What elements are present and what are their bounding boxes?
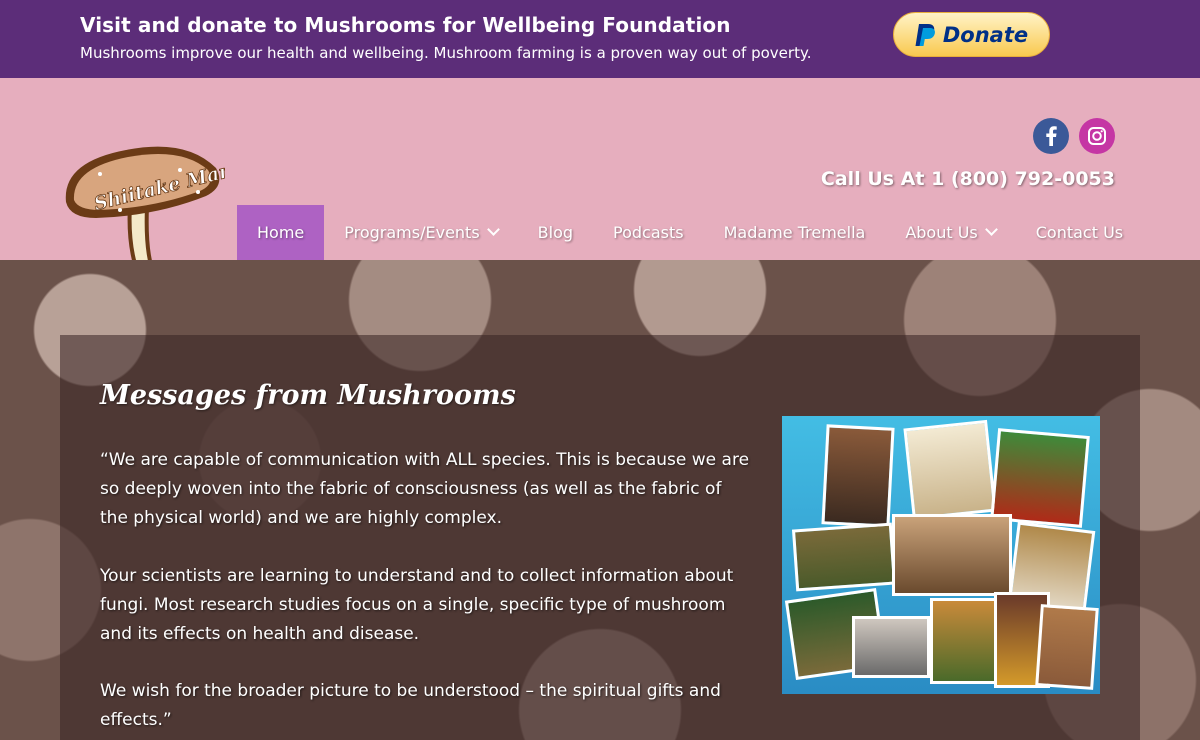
nav-blog[interactable]: Blog bbox=[518, 205, 593, 260]
nav-programs-events[interactable]: Programs/Events bbox=[324, 205, 517, 260]
nav-about-label: About Us bbox=[905, 223, 978, 242]
nav-madame-tremella[interactable]: Madame Tremella bbox=[704, 205, 886, 260]
collage-photo bbox=[990, 428, 1090, 528]
collage-photo bbox=[903, 419, 997, 521]
message-paragraph: Your scientists are learning to understa… bbox=[100, 566, 734, 644]
nav-home-label: Home bbox=[257, 223, 305, 242]
main-nav: Home Programs/Events Blog Podcasts Madam… bbox=[237, 205, 1143, 260]
paypal-icon bbox=[915, 23, 935, 46]
site-header: Shiitake Mama Call Us At 1 (800) 792-005… bbox=[0, 78, 1200, 281]
message-paragraph: “We are capable of communication with AL… bbox=[100, 450, 750, 528]
collage-photo bbox=[930, 598, 1000, 684]
instagram-icon[interactable] bbox=[1079, 118, 1115, 154]
donation-banner: Visit and donate to Mushrooms for Wellbe… bbox=[0, 0, 1200, 78]
phone-number[interactable]: Call Us At 1 (800) 792-0053 bbox=[821, 168, 1115, 190]
nav-madame-tremella-label: Madame Tremella bbox=[723, 223, 866, 242]
mushroom-collage-image bbox=[782, 416, 1100, 694]
collage-photo bbox=[852, 616, 930, 678]
chevron-down-icon bbox=[984, 223, 998, 236]
nav-contact-us[interactable]: Contact Us bbox=[1016, 205, 1143, 260]
nav-programs-label: Programs/Events bbox=[344, 223, 480, 242]
hero-background: Messages from Mushrooms “We are capable … bbox=[0, 260, 1200, 740]
nav-podcasts-label: Podcasts bbox=[613, 223, 684, 242]
chevron-down-icon bbox=[486, 223, 500, 236]
collage-photo bbox=[791, 522, 897, 592]
message-paragraph: We wish for the broader picture to be un… bbox=[100, 681, 721, 730]
nav-contact-label: Contact Us bbox=[1035, 223, 1124, 242]
banner-subtitle: Mushrooms improve our health and wellbei… bbox=[80, 44, 812, 62]
nav-podcasts[interactable]: Podcasts bbox=[593, 205, 704, 260]
nav-blog-label: Blog bbox=[537, 223, 574, 242]
collage-photo bbox=[821, 424, 895, 528]
nav-home[interactable]: Home bbox=[237, 205, 325, 260]
nav-about-us[interactable]: About Us bbox=[885, 205, 1015, 260]
donate-button[interactable]: Donate bbox=[893, 12, 1050, 57]
facebook-icon[interactable] bbox=[1033, 118, 1069, 154]
collage-photo bbox=[892, 514, 1012, 596]
donate-label: Donate bbox=[942, 22, 1029, 47]
banner-title[interactable]: Visit and donate to Mushrooms for Wellbe… bbox=[80, 13, 731, 37]
page-heading: Messages from Mushrooms bbox=[100, 380, 516, 411]
collage-photo bbox=[1035, 604, 1099, 690]
